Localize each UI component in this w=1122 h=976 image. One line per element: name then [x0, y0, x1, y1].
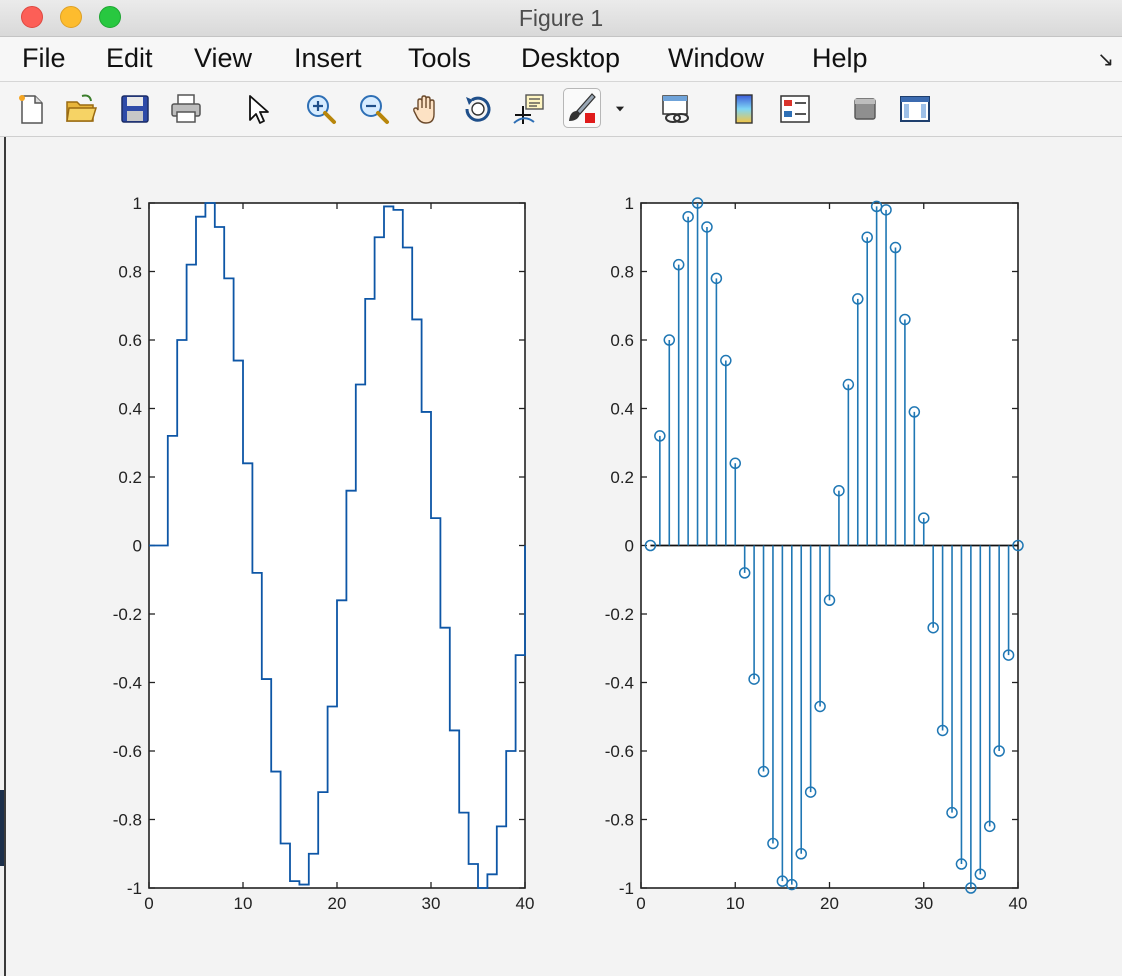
y-tick-label: 0.6: [118, 331, 142, 350]
y-tick-label: 0.4: [610, 400, 634, 419]
y-tick-label: -0.6: [113, 742, 142, 761]
y-tick-label: -1: [619, 879, 634, 898]
y-tick-label: 0: [625, 537, 634, 556]
y-tick-label: 0.4: [118, 400, 142, 419]
y-tick-label: 1: [625, 194, 634, 213]
y-tick-label: -0.4: [605, 674, 634, 693]
plot-area: [148, 202, 526, 889]
axes-1: 10.80.60.40.20-0.2-0.4-0.6-0.8-10 10 20 30 4…: [113, 194, 535, 913]
x-tick-label: 40: [516, 894, 535, 913]
x-tick-label: 20: [820, 894, 839, 913]
y-tick-label: -0.2: [113, 605, 142, 624]
x-tick-label: 0: [144, 894, 153, 913]
x-tick-label: 30: [422, 894, 441, 913]
x-tick-label: 10: [726, 894, 745, 913]
y-tick-label: -1: [127, 879, 142, 898]
y-tick-label: -0.4: [113, 674, 142, 693]
y-tick-label: 0: [133, 537, 142, 556]
y-tick-label: -0.6: [605, 742, 634, 761]
figure-plots: 10.80.60.40.20-0.2-0.4-0.6-0.8-10 10 20 30 4…: [113, 194, 1028, 913]
x-tick-label: 20: [328, 894, 347, 913]
y-tick-label: -0.2: [605, 605, 634, 624]
y-tick-label: -0.8: [605, 811, 634, 830]
x-tick-label: 30: [914, 894, 933, 913]
x-tick-label: 40: [1009, 894, 1028, 913]
y-tick-label: 1: [133, 194, 142, 213]
y-tick-label: -0.8: [113, 811, 142, 830]
x-tick-label: 0: [636, 894, 645, 913]
y-tick-label: 0.8: [118, 263, 142, 282]
x-tick-label: 10: [234, 894, 253, 913]
y-tick-label: 0.2: [118, 468, 142, 487]
y-tick-label: 0.6: [610, 331, 634, 350]
axes-2: 10.80.60.40.20-0.2-0.4-0.6-0.8-10 10 20 30 4…: [605, 194, 1028, 913]
y-tick-label: 0.8: [610, 263, 634, 282]
y-tick-label: 0.2: [610, 468, 634, 487]
